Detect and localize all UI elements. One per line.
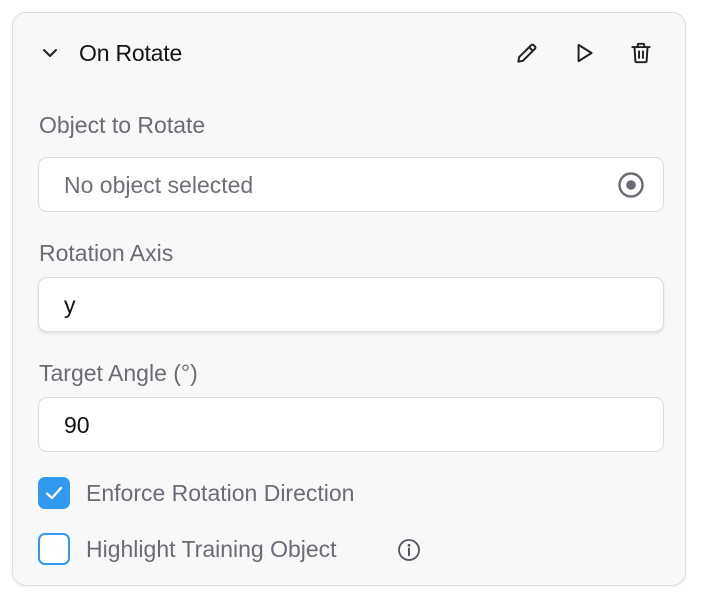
info-icon[interactable] [396,537,422,563]
edit-button[interactable] [513,39,541,67]
highlight-object-label: Highlight Training Object [86,536,337,562]
rotation-axis-input[interactable]: y [38,277,664,332]
target-angle-value: 90 [64,412,90,438]
target-angle-label: Target Angle (°) [39,360,198,386]
pencil-icon [517,43,537,63]
play-icon [577,43,593,63]
rotation-axis-label: Rotation Axis [39,240,174,266]
trash-icon [631,42,651,64]
on-rotate-card: On Rotate Object to Rotate No object sel… [12,12,686,586]
object-picker-placeholder: No object selected [64,172,254,198]
target-angle-input[interactable]: 90 [38,397,664,452]
card-title: On Rotate [79,40,183,66]
highlight-object-checkbox[interactable] [38,533,70,565]
rotation-axis-value: y [64,292,76,318]
run-button[interactable] [570,39,598,67]
chevron-down-icon[interactable] [41,44,59,62]
enforce-rotation-label: Enforce Rotation Direction [86,480,355,506]
object-picker-field[interactable]: No object selected [38,157,664,212]
card-header: On Rotate [13,13,685,93]
target-icon[interactable] [617,171,645,199]
object-to-rotate-label: Object to Rotate [39,112,206,138]
enforce-rotation-checkbox[interactable] [38,477,70,509]
delete-button[interactable] [627,39,655,67]
checkmark-icon [45,486,63,500]
